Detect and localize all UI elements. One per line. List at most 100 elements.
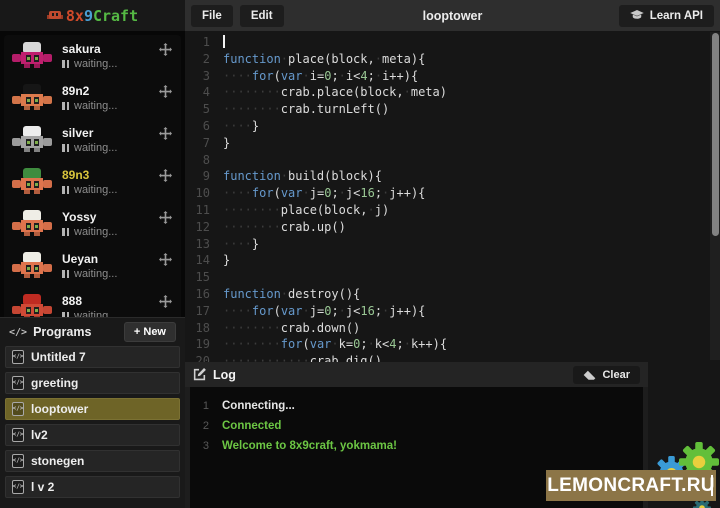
code-line: 14 } bbox=[185, 252, 720, 269]
log-line: 1 Connecting... bbox=[190, 396, 643, 416]
code-content: function·destroy(){ bbox=[223, 286, 360, 303]
code-line: 7 } bbox=[185, 135, 720, 152]
file-menu-button[interactable]: File bbox=[191, 5, 233, 27]
move-agent-button[interactable] bbox=[159, 211, 172, 224]
program-name: greeting bbox=[31, 376, 78, 390]
program-item[interactable]: </> l v 2 bbox=[5, 476, 180, 498]
code-content: ····for(var·i=0;·i<4;·i++){ bbox=[223, 68, 418, 85]
crab-avatar bbox=[12, 168, 52, 196]
code-content bbox=[223, 34, 225, 51]
watermark-banner: LEMONCRAFT.RU bbox=[546, 470, 716, 501]
crab-avatar bbox=[12, 294, 52, 317]
line-number: 16 bbox=[185, 286, 223, 303]
agent-name: 888 bbox=[62, 294, 117, 308]
move-arrows-icon bbox=[159, 295, 172, 308]
agent-info: Yossy waiting... bbox=[62, 210, 117, 238]
code-content: ········crab.up() bbox=[223, 219, 346, 236]
line-number: 9 bbox=[185, 168, 223, 185]
move-agent-button[interactable] bbox=[159, 169, 172, 182]
agent-row[interactable]: Ueyan waiting... bbox=[4, 245, 181, 287]
line-number: 17 bbox=[185, 303, 223, 320]
agent-status: waiting... bbox=[62, 184, 117, 196]
programs-header: </> Programs + New bbox=[5, 318, 180, 346]
line-number: 4 bbox=[185, 84, 223, 101]
crab-logo-icon bbox=[47, 10, 63, 21]
code-line: 16 function·destroy(){ bbox=[185, 286, 720, 303]
learn-api-label: Learn API bbox=[650, 10, 703, 22]
agent-row[interactable]: 888 waiting... bbox=[4, 287, 181, 317]
app-logo: 8x9Craft bbox=[0, 0, 185, 31]
programs-panel: </> Programs + New </> Untitled 7 </> gr… bbox=[0, 317, 185, 508]
agent-row[interactable]: Yossy waiting... bbox=[4, 203, 181, 245]
code-content: ············crab.dig() bbox=[223, 353, 382, 362]
eraser-icon bbox=[583, 370, 596, 380]
crab-avatar bbox=[12, 84, 52, 112]
log-message: Connecting... bbox=[222, 400, 295, 412]
new-program-button[interactable]: + New bbox=[124, 322, 176, 342]
editor-scrollbar[interactable] bbox=[710, 32, 720, 360]
program-item[interactable]: </> Untitled 7 bbox=[5, 346, 180, 368]
program-item[interactable]: </> greeting bbox=[5, 372, 180, 394]
move-arrows-icon bbox=[159, 43, 172, 56]
learn-api-button[interactable]: Learn API bbox=[619, 5, 714, 27]
top-bar: 8x9Craft File Edit looptower Learn API bbox=[0, 0, 720, 31]
program-item[interactable]: </> lv2 bbox=[5, 424, 180, 446]
move-agent-button[interactable] bbox=[159, 253, 172, 266]
log-line: 3 Welcome to 8x9craft, yokmama! bbox=[190, 436, 643, 456]
agent-name: silver bbox=[62, 126, 117, 140]
line-number: 3 bbox=[185, 68, 223, 85]
code-content: ········crab.down() bbox=[223, 320, 360, 337]
code-editor[interactable]: 1 2 function·place(block,·meta){ 3 ····f… bbox=[185, 31, 720, 362]
program-list: </> Untitled 7 </> greeting </> looptowe… bbox=[5, 346, 180, 498]
code-line: 19 ········for(var·k=0;·k<4;·k++){ bbox=[185, 336, 720, 353]
code-content: ········crab.turnLeft() bbox=[223, 101, 389, 118]
code-line: 1 bbox=[185, 34, 720, 51]
line-number: 12 bbox=[185, 219, 223, 236]
agent-info: 89n2 waiting... bbox=[62, 84, 117, 112]
line-number: 14 bbox=[185, 252, 223, 269]
scrollbar-thumb[interactable] bbox=[712, 33, 719, 236]
code-line: 5 ········crab.turnLeft() bbox=[185, 101, 720, 118]
sidebar: sakura waiting... 89n2 waiting... bbox=[0, 31, 185, 508]
agent-status: waiting... bbox=[62, 58, 117, 70]
code-line: 8 bbox=[185, 152, 720, 169]
clear-label: Clear bbox=[602, 369, 630, 381]
move-agent-button[interactable] bbox=[159, 43, 172, 56]
move-agent-button[interactable] bbox=[159, 127, 172, 140]
line-number: 20 bbox=[185, 353, 223, 362]
agent-row[interactable]: silver waiting... bbox=[4, 119, 181, 161]
agent-info: Ueyan waiting... bbox=[62, 252, 117, 280]
program-document-icon: </> bbox=[12, 350, 24, 364]
program-document-icon: </> bbox=[12, 428, 24, 442]
log-message: Connected bbox=[222, 420, 281, 432]
code-line: 2 function·place(block,·meta){ bbox=[185, 51, 720, 68]
program-item[interactable]: </> stonegen bbox=[5, 450, 180, 472]
log-header: Log Clear bbox=[185, 362, 648, 387]
log-message: Welcome to 8x9craft, yokmama! bbox=[222, 440, 397, 452]
agent-row[interactable]: 89n2 waiting... bbox=[4, 77, 181, 119]
crab-avatar bbox=[12, 126, 52, 154]
move-agent-button[interactable] bbox=[159, 295, 172, 308]
code-line: 20 ············crab.dig() bbox=[185, 353, 720, 362]
agent-row[interactable]: 89n3 waiting... bbox=[4, 161, 181, 203]
move-agent-button[interactable] bbox=[159, 85, 172, 98]
agent-row[interactable]: sakura waiting... bbox=[4, 35, 181, 77]
code-content: ····for(var·j=0;·j<16;·j++){ bbox=[223, 303, 425, 320]
log-line-number: 3 bbox=[190, 440, 222, 452]
pause-icon bbox=[62, 228, 69, 236]
line-number: 11 bbox=[185, 202, 223, 219]
program-name: stonegen bbox=[31, 454, 84, 468]
edit-menu-button[interactable]: Edit bbox=[240, 5, 284, 27]
program-item[interactable]: </> looptower bbox=[5, 398, 180, 420]
agent-status-text: waiting... bbox=[74, 142, 117, 154]
move-arrows-icon bbox=[159, 127, 172, 140]
program-document-icon: </> bbox=[12, 376, 24, 390]
graduation-cap-icon bbox=[630, 10, 644, 21]
program-name: l v 2 bbox=[31, 480, 54, 494]
clear-log-button[interactable]: Clear bbox=[573, 366, 640, 384]
code-line: 9 function·build(block){ bbox=[185, 168, 720, 185]
log-line: 2 Connected bbox=[190, 416, 643, 436]
code-content: ········place(block,·j) bbox=[223, 202, 389, 219]
code-line: 15 bbox=[185, 269, 720, 286]
agent-status: waiting... bbox=[62, 226, 117, 238]
